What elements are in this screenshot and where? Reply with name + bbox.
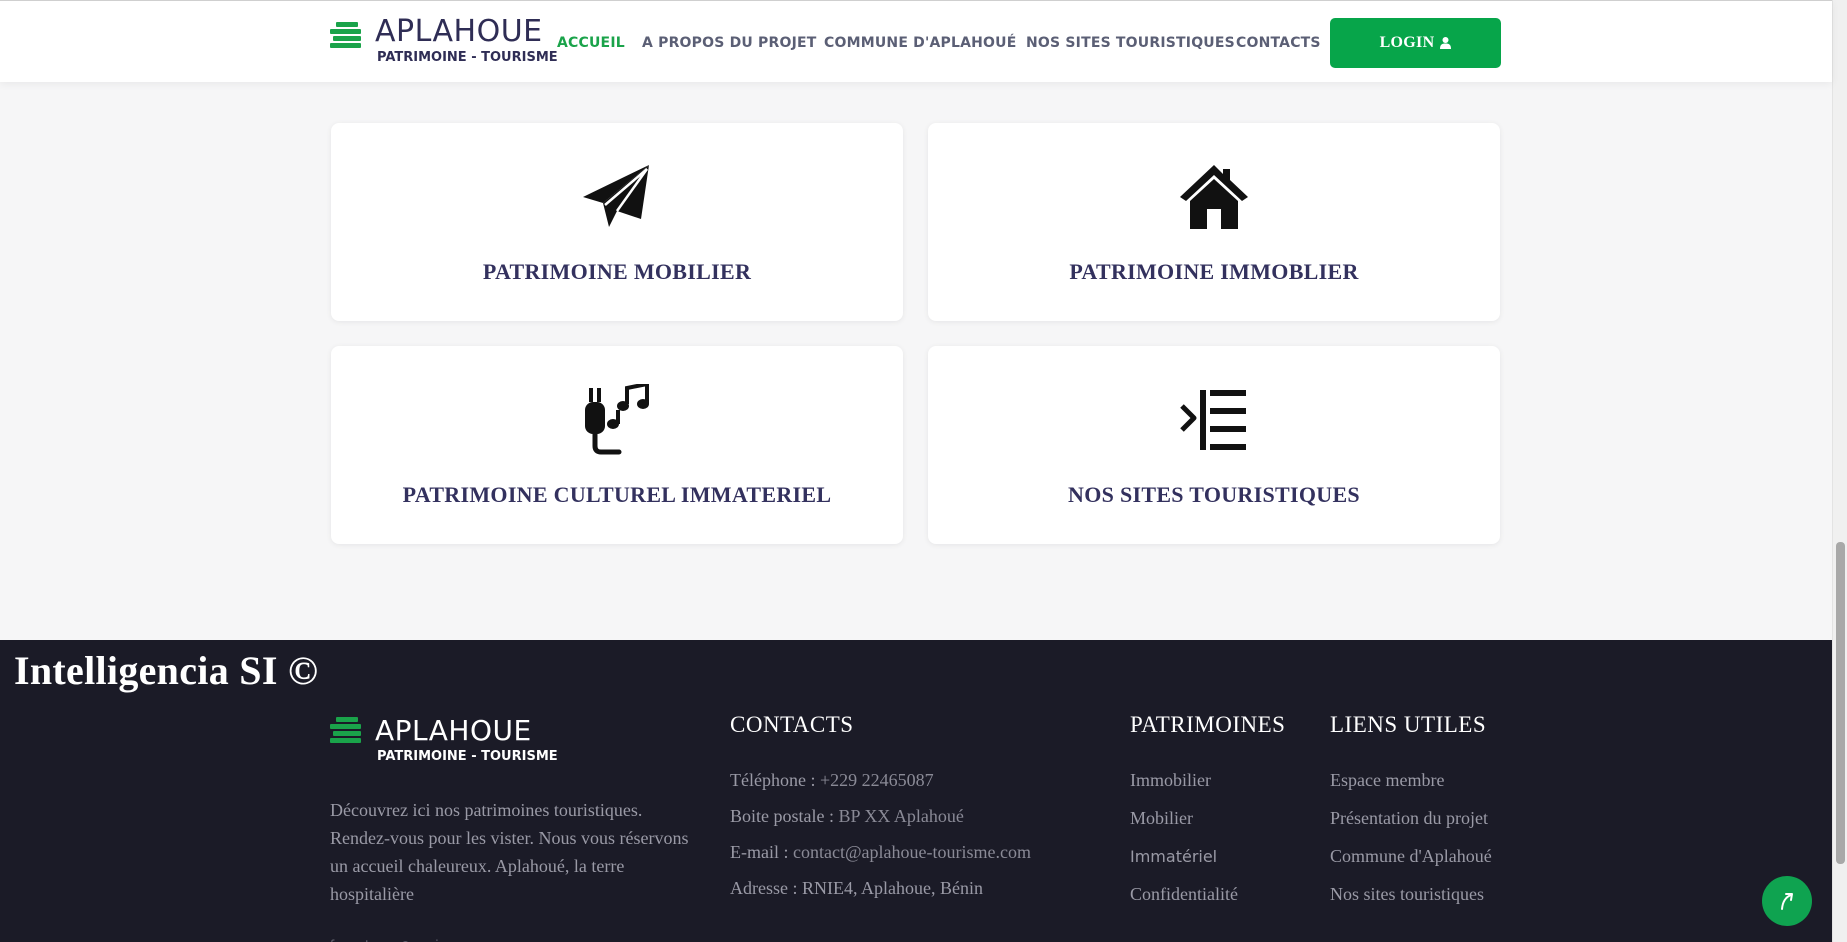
card-patrimoine-mobilier[interactable]: PATRIMOINE MOBILIER [331,123,903,321]
twitter-icon[interactable]: t [365,938,379,942]
nav-item-sites[interactable]: NOS SITES TOURISTIQUES [1026,35,1235,51]
footer-logo-title: APLAHOUE [375,714,532,747]
logo-title: APLAHOUE [375,14,543,49]
footer-link-confidentialite[interactable]: Confidentialité [1130,884,1238,905]
card-title: NOS SITES TOURISTIQUES [1068,482,1360,507]
scroll-to-top-button[interactable] [1762,876,1812,926]
arrow-up-icon [1781,893,1793,910]
user-icon [1440,37,1452,49]
contacts-heading: CONTACTS [730,712,854,737]
box-label: Boite postale : [730,806,839,826]
page-scrollbar[interactable] [1832,0,1847,942]
house-icon [1180,165,1248,229]
card-title: PATRIMOINE CULTUREL IMMATERIEL [402,482,832,507]
card-sites-touristiques[interactable]: NOS SITES TOURISTIQUES [928,346,1500,544]
indent-list-icon [1180,390,1246,450]
contact-box-line: Boite postale : BP XX Aplahoué [730,806,964,827]
social-links: f t ◎ in [330,934,465,942]
instagram-icon[interactable]: ◎ [400,938,414,942]
site-footer: Intelligencia SI © APLAHOUE PATRIMOINE -… [0,640,1832,942]
footer-link-immobilier[interactable]: Immobilier [1130,770,1211,791]
email-label: E-mail : [730,842,793,862]
scrollbar-thumb[interactable] [1836,542,1845,864]
top-navbar: APLAHOUE PATRIMOINE - TOURISME ACCUEIL A… [0,0,1832,82]
contact-phone-line: Téléphone : +229 22465087 [730,770,934,791]
footer-link-sites[interactable]: Nos sites touristiques [1330,884,1484,905]
footer-link-immateriel[interactable]: Immatériel [1130,847,1217,866]
patrimoines-heading: PATRIMOINES [1130,712,1286,737]
music-cable-icon [585,384,649,455]
card-title: PATRIMOINE MOBILIER [482,259,752,284]
facebook-icon[interactable]: f [330,938,344,942]
box-value: BP XX Aplahoué [838,806,964,826]
phone-value[interactable]: +229 22465087 [820,770,934,790]
login-label: LOGIN [1379,34,1435,51]
phone-label: Téléphone : [730,770,820,790]
logo-mark-icon [330,22,361,48]
contact-address: Adresse : RNIE4, Aplahoue, Bénin [730,878,983,898]
liens-utiles-heading: LIENS UTILES [1330,712,1487,737]
linkedin-icon[interactable]: in [435,938,449,942]
footer-description: Découvrez ici nos patrimoines touristiqu… [330,800,689,904]
paper-plane-icon [583,165,649,227]
nav-item-commune[interactable]: COMMUNE D'APLAHOUÉ [824,35,1016,51]
footer-logo[interactable]: APLAHOUE PATRIMOINE - TOURISME [330,714,558,768]
card-patrimoine-immobilier[interactable]: PATRIMOINE IMMOBLIER [928,123,1500,321]
nav-item-a-propos[interactable]: A PROPOS DU PROJET [642,35,817,51]
login-button[interactable]: LOGIN [1330,18,1501,68]
footer-link-commune[interactable]: Commune d'Aplahoué [1330,846,1492,867]
contact-email-line: E-mail : contact@aplahoue-tourisme.com [730,842,1031,863]
footer-link-mobilier[interactable]: Mobilier [1130,808,1193,829]
copyright-text: Intelligencia SI © [14,648,319,693]
nav-item-contacts[interactable]: CONTACTS [1236,35,1321,51]
nav-item-accueil[interactable]: ACCUEIL [557,35,625,51]
site-logo[interactable]: APLAHOUE PATRIMOINE - TOURISME [330,14,558,69]
footer-link-presentation[interactable]: Présentation du projet [1330,808,1488,829]
logo-subtitle: PATRIMOINE - TOURISME [377,50,558,65]
email-value[interactable]: contact@aplahoue-tourisme.com [793,842,1031,862]
card-patrimoine-culturel[interactable]: PATRIMOINE CULTUREL IMMATERIEL [331,346,903,544]
logo-mark-icon [330,717,361,743]
card-title: PATRIMOINE IMMOBLIER [1069,259,1359,284]
footer-logo-subtitle: PATRIMOINE - TOURISME [377,749,558,764]
footer-link-espace-membre[interactable]: Espace membre [1330,770,1444,791]
